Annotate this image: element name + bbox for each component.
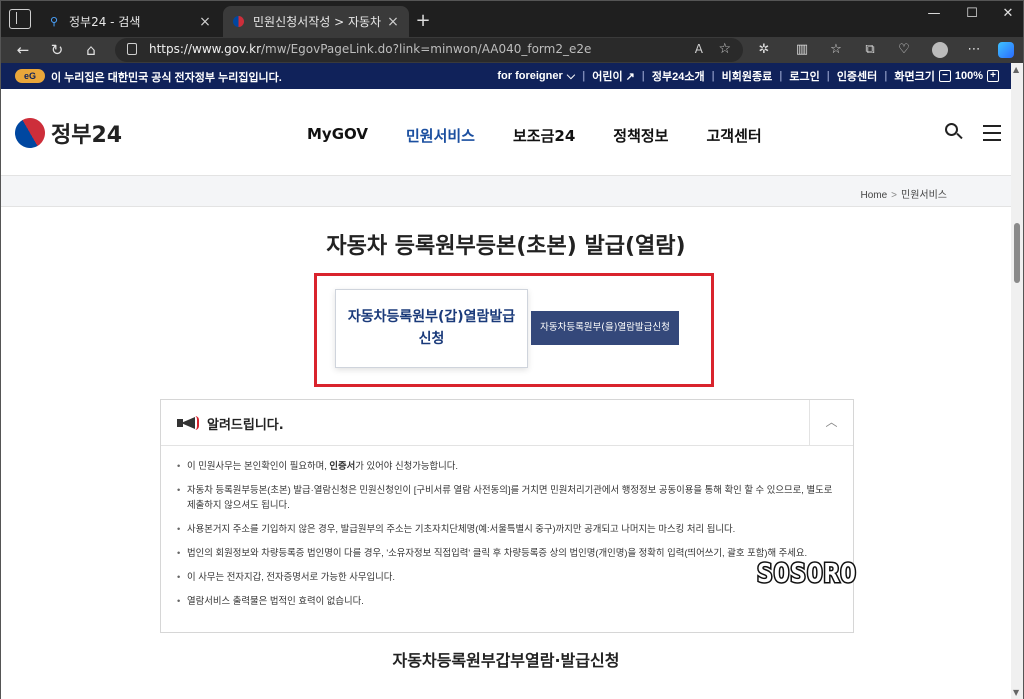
more-menu-icon[interactable]: ⋯ xyxy=(963,40,985,60)
breadcrumb-current[interactable]: 민원서비스 xyxy=(901,190,947,201)
list-item: 사용본거지 주소를 기입하지 않은 경우, 발급원부의 주소는 기초자치단체명(… xyxy=(177,521,837,536)
gov-banner: eG 이 누리집은 대한민국 공식 전자정부 누리집입니다. for forei… xyxy=(1,63,1011,89)
tab-minwon[interactable]: 민원신청서작성 > 자동차 등록원부 × xyxy=(223,6,409,37)
site-logo[interactable]: 정부24 xyxy=(9,112,123,154)
scroll-down-icon[interactable]: ▼ xyxy=(1013,688,1019,697)
list-item: 자동차 등록원부등본(초본) 발급·열람신청은 민원신청인이 [구비서류 열람 … xyxy=(177,482,837,512)
url-field[interactable]: https://www.gov.kr/mw/EgovPageLink.do?li… xyxy=(115,38,743,62)
section-title: 자동차등록원부갑부열람·발급신청 xyxy=(392,651,620,670)
list-item: 법인의 회원정보와 차량등록증 법인명이 다를 경우, '소유자정보 직접입력'… xyxy=(177,545,837,560)
nav-minwon[interactable]: 민원서비스 xyxy=(406,125,475,146)
url-text: https://www.gov.kr/mw/EgovPageLink.do?li… xyxy=(149,42,592,56)
apply-eul-button[interactable]: 자동차등록원부(을)열람발급신청 xyxy=(531,311,679,345)
favorite-star-icon[interactable]: ☆ xyxy=(718,41,731,57)
scrollbar[interactable]: ▲ ▼ xyxy=(1011,63,1023,699)
refresh-icon[interactable]: ↻ xyxy=(45,39,69,61)
kids-link[interactable]: 어린이 xyxy=(592,68,622,84)
scroll-up-icon[interactable]: ▲ xyxy=(1013,65,1019,74)
notice-title: 알려드립니다. xyxy=(207,418,284,433)
breadcrumb: Home > 민원서비스 xyxy=(1,175,1011,207)
page-title: 자동차 등록원부등본(초본) 발급(열람) xyxy=(326,234,686,259)
megaphone-icon xyxy=(177,414,199,432)
scroll-thumb[interactable] xyxy=(1014,223,1020,283)
health-icon[interactable]: ♡ xyxy=(893,40,915,60)
about-link[interactable]: 정부24소개 xyxy=(652,68,705,84)
search-icon[interactable] xyxy=(945,123,963,141)
list-item: 이 사무는 전자지갑, 전자증명서로 가능한 사무입니다. xyxy=(177,569,837,584)
close-window-button[interactable]: ✕ xyxy=(985,1,1024,29)
tab-bar: ⚲ 정부24 - 검색 × 민원신청서작성 > 자동차 등록원부 × + — ☐… xyxy=(1,1,1023,37)
breadcrumb-home[interactable]: Home xyxy=(860,190,887,201)
zoom-level: 100% xyxy=(954,70,983,82)
main-nav: MyGOV 민원서비스 보조금24 정책정보 고객센터 xyxy=(307,125,800,146)
favorites-icon[interactable]: ☆ xyxy=(825,40,847,60)
browser-window: ⚲ 정부24 - 검색 × 민원신청서작성 > 자동차 등록원부 × + — ☐… xyxy=(0,0,1024,699)
new-tab-button[interactable]: + xyxy=(413,10,433,31)
hamburger-menu-icon[interactable] xyxy=(983,125,1001,146)
lock-icon xyxy=(127,43,137,55)
tab-title: 정부24 - 검색 xyxy=(69,15,141,29)
login-link[interactable]: 로그인 xyxy=(789,68,819,84)
tab-search[interactable]: ⚲ 정부24 - 검색 × xyxy=(39,6,221,37)
back-icon[interactable]: ← xyxy=(11,39,35,61)
gov24-icon xyxy=(231,15,245,29)
address-bar: ← ↻ ⌂ https://www.gov.kr/mw/EgovPageLink… xyxy=(1,37,1023,63)
profile-avatar[interactable] xyxy=(929,40,951,60)
nav-policy[interactable]: 정책정보 xyxy=(613,125,668,146)
apply-gap-button[interactable]: 자동차등록원부(갑)열람발급신청 xyxy=(335,289,528,368)
extensions-icon[interactable]: ✲ xyxy=(753,40,775,60)
home-icon[interactable]: ⌂ xyxy=(79,39,103,61)
watermark: SOSORO xyxy=(756,558,858,591)
guest-end-link[interactable]: 비회원종료 xyxy=(722,68,773,84)
nav-mygov[interactable]: MyGOV xyxy=(307,125,368,146)
list-item: 이 민원사무는 본인확인이 필요하며, 인증서가 있어야 신청가능합니다. xyxy=(177,458,837,473)
notice-panel: 알려드립니다. ︿ 이 민원사무는 본인확인이 필요하며, 인증서가 있어야 신… xyxy=(160,399,854,633)
read-aloud-icon[interactable]: A xyxy=(695,42,703,56)
tab-actions-icon[interactable] xyxy=(9,9,31,29)
tab-title: 민원신청서작성 > 자동차 등록원부 xyxy=(253,15,385,29)
taegeuk-icon xyxy=(9,112,51,154)
notice-list: 이 민원사무는 본인확인이 필요하며, 인증서가 있어야 신청가능합니다. 자동… xyxy=(177,458,837,617)
chevron-down-icon: ⌵ xyxy=(566,69,576,82)
close-tab-icon[interactable]: × xyxy=(385,14,401,30)
split-screen-icon[interactable]: ▥ xyxy=(791,40,813,60)
search-icon: ⚲ xyxy=(49,15,59,28)
site-header: 정부24 MyGOV 민원서비스 보조금24 정책정보 고객센터 xyxy=(1,89,1011,175)
list-item: 열람서비스 출력물은 법적인 효력이 없습니다. xyxy=(177,593,837,608)
logo-text: 정부24 xyxy=(51,123,123,148)
close-tab-icon[interactable]: × xyxy=(197,14,213,30)
zoom-in-button[interactable]: + xyxy=(987,70,999,82)
gov-notice: 이 누리집은 대한민국 공식 전자정부 누리집입니다. xyxy=(51,72,282,84)
screen-size-label: 화면크기 xyxy=(894,71,935,83)
foreigner-link[interactable]: for foreigner xyxy=(497,70,562,82)
collapse-chevron-icon[interactable]: ︿ xyxy=(809,400,853,445)
cert-center-link[interactable]: 인증센터 xyxy=(837,68,877,84)
egov-logo: eG xyxy=(15,69,45,83)
zoom-out-button[interactable]: − xyxy=(938,70,951,82)
copilot-icon[interactable] xyxy=(995,40,1017,60)
utility-links: for foreigner ⌵ | 어린이 ↗ | 정부24소개 | 비회원종료 |… xyxy=(497,68,1003,84)
notice-header: 알려드립니다. ︿ xyxy=(161,400,853,446)
external-link-icon: ↗ xyxy=(625,70,635,83)
page-viewport: eG 이 누리집은 대한민국 공식 전자정부 누리집입니다. for forei… xyxy=(1,63,1011,699)
nav-support[interactable]: 고객센터 xyxy=(706,125,761,146)
collections-icon[interactable]: ⧉ xyxy=(859,40,881,60)
nav-subsidy[interactable]: 보조금24 xyxy=(513,125,575,146)
